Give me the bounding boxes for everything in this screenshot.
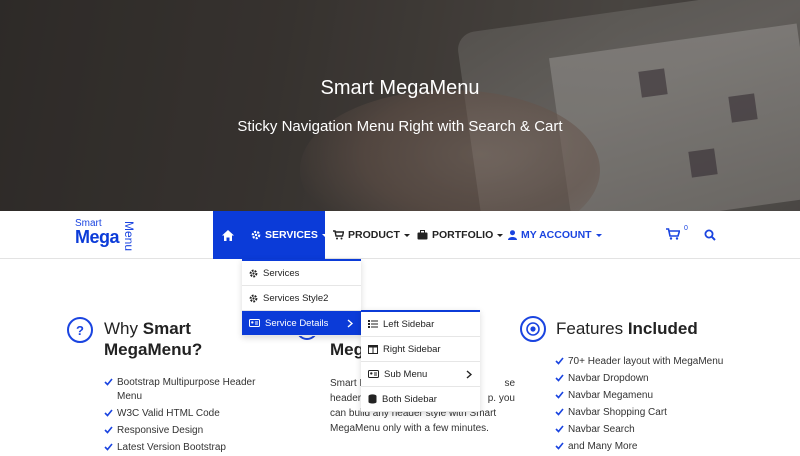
logo-menu-text: Menu <box>122 221 136 252</box>
list-item: W3C Valid HTML Code <box>104 407 269 421</box>
nav-services-label: SERVICES <box>265 229 318 241</box>
check-icon <box>555 425 564 433</box>
gear-icon <box>251 230 261 240</box>
list-icon <box>368 320 378 328</box>
gear-icon <box>249 294 258 303</box>
nav-account-label: MY ACCOUNT <box>521 229 592 241</box>
hero-title: Smart MegaMenu <box>320 77 480 99</box>
dropdown-item-label: Service Details <box>265 317 329 329</box>
check-icon <box>555 357 564 365</box>
dropdown-item-services-style2[interactable]: Services Style2 <box>242 286 361 311</box>
dropdown-item-service-details[interactable]: Service Details <box>242 311 361 336</box>
submenu-item-label: Right Sidebar <box>383 343 441 355</box>
user-icon <box>508 230 517 240</box>
features-title: Features Included <box>556 319 698 338</box>
dropdown-item-label: Services Style2 <box>263 292 329 304</box>
services-dropdown: Services Services Style2 Service Details <box>242 259 361 336</box>
cart-icon <box>666 228 681 240</box>
list-item: Bootstrap Multipurpose Header Menu <box>104 376 269 404</box>
submenu-item-sub-menu[interactable]: Sub Menu <box>361 362 480 387</box>
check-icon <box>555 442 564 450</box>
service-details-submenu: Left Sidebar Right Sidebar Sub Menu Both… <box>361 310 480 412</box>
caret-down-icon <box>497 233 504 237</box>
question-icon: ? <box>67 317 93 343</box>
hero-subtitle: Sticky Navigation Menu Right with Search… <box>237 118 563 135</box>
check-icon <box>555 374 564 382</box>
database-icon <box>368 394 377 404</box>
nav-portfolio[interactable]: PORTFOLIO <box>417 211 504 259</box>
nav-home-button[interactable] <box>213 211 243 259</box>
middle-title: Meg <box>330 340 364 359</box>
list-item: Navbar Search <box>555 423 750 437</box>
nav-product-label: PRODUCT <box>348 229 400 241</box>
list-item: Navbar Shopping Cart <box>555 406 750 420</box>
search-icon <box>704 229 716 241</box>
features-list: 70+ Header layout with MegaMenu Navbar D… <box>555 355 750 456</box>
nav-account[interactable]: MY ACCOUNT <box>508 211 602 259</box>
submenu-item-right-sidebar[interactable]: Right Sidebar <box>361 337 480 362</box>
submenu-item-label: Both Sidebar <box>382 393 437 405</box>
gear-icon <box>249 269 258 278</box>
check-icon <box>104 378 113 386</box>
nav-product[interactable]: PRODUCT <box>333 211 410 259</box>
chevron-right-icon <box>347 319 353 328</box>
check-icon <box>555 408 564 416</box>
check-icon <box>104 409 113 417</box>
target-icon <box>520 316 546 342</box>
why-list: Bootstrap Multipurpose Header Menu W3C V… <box>104 376 269 456</box>
dropdown-item-label: Services <box>263 267 300 279</box>
dropdown-item-services[interactable]: Services <box>242 261 361 286</box>
list-item: Responsive Design <box>104 424 269 438</box>
logo[interactable]: Smart Mega Menu <box>74 215 138 257</box>
hero-banner: Smart MegaMenu Sticky Navigation Menu Ri… <box>0 0 800 211</box>
list-item: and Many More <box>555 440 750 454</box>
cart-icon <box>333 230 344 240</box>
briefcase-icon <box>417 230 428 240</box>
caret-down-icon <box>321 233 328 237</box>
columns-icon <box>368 344 378 354</box>
chevron-right-icon <box>466 370 472 379</box>
caret-down-icon <box>403 233 410 237</box>
id-card-icon <box>249 319 260 327</box>
why-title: Why Smart MegaMenu? <box>104 319 203 359</box>
cart-count-badge: 0 <box>684 225 688 232</box>
check-icon <box>555 391 564 399</box>
submenu-item-both-sidebar[interactable]: Both Sidebar <box>361 387 480 412</box>
search-button[interactable] <box>704 228 718 242</box>
list-item: Navbar Megamenu <box>555 389 750 403</box>
list-item: Latest Version Bootstrap <box>104 441 269 455</box>
hero-overlay <box>0 0 800 211</box>
logo-mega-text: Mega <box>75 227 120 247</box>
nav-services[interactable]: SERVICES <box>243 211 328 259</box>
submenu-item-left-sidebar[interactable]: Left Sidebar <box>361 312 480 337</box>
list-item: 70+ Header layout with MegaMenu <box>555 355 750 369</box>
home-icon <box>222 229 234 241</box>
list-item: Navbar Dropdown <box>555 372 750 386</box>
submenu-item-label: Left Sidebar <box>383 318 435 330</box>
caret-down-icon <box>595 233 602 237</box>
check-icon <box>104 443 113 451</box>
navbar: Smart Mega Menu SERVICES PRODUCT PORTFOL… <box>0 211 800 259</box>
check-icon <box>104 426 113 434</box>
nav-portfolio-label: PORTFOLIO <box>432 229 494 241</box>
id-card-icon <box>368 370 379 378</box>
submenu-item-label: Sub Menu <box>384 368 428 380</box>
